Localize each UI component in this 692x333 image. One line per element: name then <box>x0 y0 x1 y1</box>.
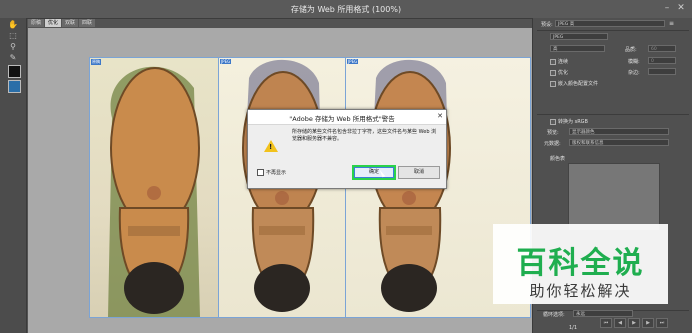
color-table-swatch-area[interactable] <box>568 163 660 231</box>
checkbox-icon[interactable] <box>550 118 556 125</box>
blur-input[interactable]: 0 <box>648 57 676 64</box>
watermark-title: 百科全说 <box>516 246 645 281</box>
checkbox-icon[interactable] <box>550 58 556 65</box>
tab-optimized[interactable]: 优化 <box>45 19 62 27</box>
dont-show-again-checkbox[interactable]: 不再显示 <box>257 169 286 176</box>
shoe-image <box>108 66 200 317</box>
toggle-slices-icon[interactable] <box>8 80 21 93</box>
warning-exclamation-icon: ! <box>269 143 273 151</box>
checkbox-icon[interactable] <box>550 69 556 76</box>
matte-label: 杂边: <box>628 70 640 76</box>
color-table-label: 颜色表 <box>550 156 566 162</box>
embed-profile-label: 嵌入颜色配置文件 <box>558 81 599 87</box>
convert-srgb-checkbox[interactable]: 转换为 sRGB <box>550 118 588 125</box>
window-titlebar: 存储为 Web 所用格式 (100%) – ✕ <box>0 0 692 19</box>
divider <box>537 114 689 115</box>
prev-frame-icon[interactable]: ◀ <box>614 318 626 328</box>
dialog-title: "Adobe 存储为 Web 所用格式"警告 <box>289 115 395 123</box>
close-icon[interactable]: ✕ <box>676 3 686 13</box>
watermark-overlay: 百科全说 助你轻松解决 <box>493 224 668 304</box>
panel-menu-icon[interactable]: ≡ <box>669 20 674 27</box>
checkbox-icon[interactable] <box>257 169 264 176</box>
dialog-titlebar: "Adobe 存储为 Web 所用格式"警告 ✕ <box>248 110 446 125</box>
preview-pane-original[interactable]: 原稿 <box>90 58 219 317</box>
tab-2-up[interactable]: 双联 <box>62 19 79 27</box>
tab-4-up[interactable]: 四联 <box>79 19 96 27</box>
quality-input[interactable]: 60 <box>648 45 676 52</box>
tool-bar: ✋ ⬚ ⚲ ✎ <box>0 18 27 333</box>
divider <box>537 30 689 31</box>
metadata-label: 元数据: <box>544 141 561 147</box>
watermark-subtitle: 助你轻松解决 <box>529 282 632 300</box>
first-frame-icon[interactable]: ⏮ <box>600 318 612 328</box>
zoom-tool-icon[interactable]: ⚲ <box>7 42 19 52</box>
checkbox-label: 不再显示 <box>266 170 287 176</box>
dialog-close-icon[interactable]: ✕ <box>437 112 443 120</box>
dialog-message: 所存储的某些文件名包含非拉丁字符，这些文件名与某些 Web 浏览器和服务器不兼容… <box>292 129 437 142</box>
optimized-label: 优化 <box>558 70 569 76</box>
matte-select[interactable] <box>648 68 676 75</box>
animation-controls: ⏮ ◀ ▶ ▶ ⏭ <box>548 316 688 330</box>
preview-label: 预览: <box>547 130 559 136</box>
progressive-checkbox[interactable]: 连续 <box>550 58 568 65</box>
metadata-select[interactable]: 版权和联系信息 <box>569 139 669 146</box>
quality-level-select[interactable]: 高 <box>550 45 605 52</box>
optimized-checkbox[interactable]: 优化 <box>550 69 568 76</box>
preset-label: 预设: <box>541 22 553 28</box>
preset-select[interactable]: JPEG 高 <box>555 20 665 27</box>
preview-select[interactable]: 显示器颜色 <box>569 128 669 135</box>
next-frame-icon[interactable]: ▶ <box>642 318 654 328</box>
slice-select-tool-icon[interactable]: ⬚ <box>7 31 19 41</box>
play-icon[interactable]: ▶ <box>628 318 640 328</box>
minimize-icon[interactable]: – <box>662 3 672 13</box>
eyedropper-color-swatch[interactable] <box>8 65 21 78</box>
format-select[interactable]: JPEG <box>550 33 608 40</box>
quality-label: 品质: <box>625 47 637 53</box>
window-title: 存储为 Web 所用格式 (100%) <box>290 5 402 14</box>
checkbox-icon[interactable] <box>550 80 556 87</box>
progressive-label: 连续 <box>558 59 569 65</box>
embed-profile-checkbox[interactable]: 嵌入颜色配置文件 <box>550 80 598 87</box>
warning-dialog: "Adobe 存储为 Web 所用格式"警告 ✕ ! 所存储的某些文件名包含非拉… <box>247 109 447 189</box>
blur-label: 模糊: <box>628 59 640 65</box>
hand-tool-icon[interactable]: ✋ <box>7 20 19 30</box>
view-tabs: 原稿 优化 双联 四联 <box>28 19 96 27</box>
ok-button[interactable]: 确定 <box>352 165 396 180</box>
convert-srgb-label: 转换为 sRGB <box>558 119 588 125</box>
tab-original[interactable]: 原稿 <box>28 19 45 27</box>
cancel-button[interactable]: 取消 <box>398 166 440 179</box>
last-frame-icon[interactable]: ⏭ <box>656 318 668 328</box>
eyedropper-tool-icon[interactable]: ✎ <box>7 53 19 63</box>
